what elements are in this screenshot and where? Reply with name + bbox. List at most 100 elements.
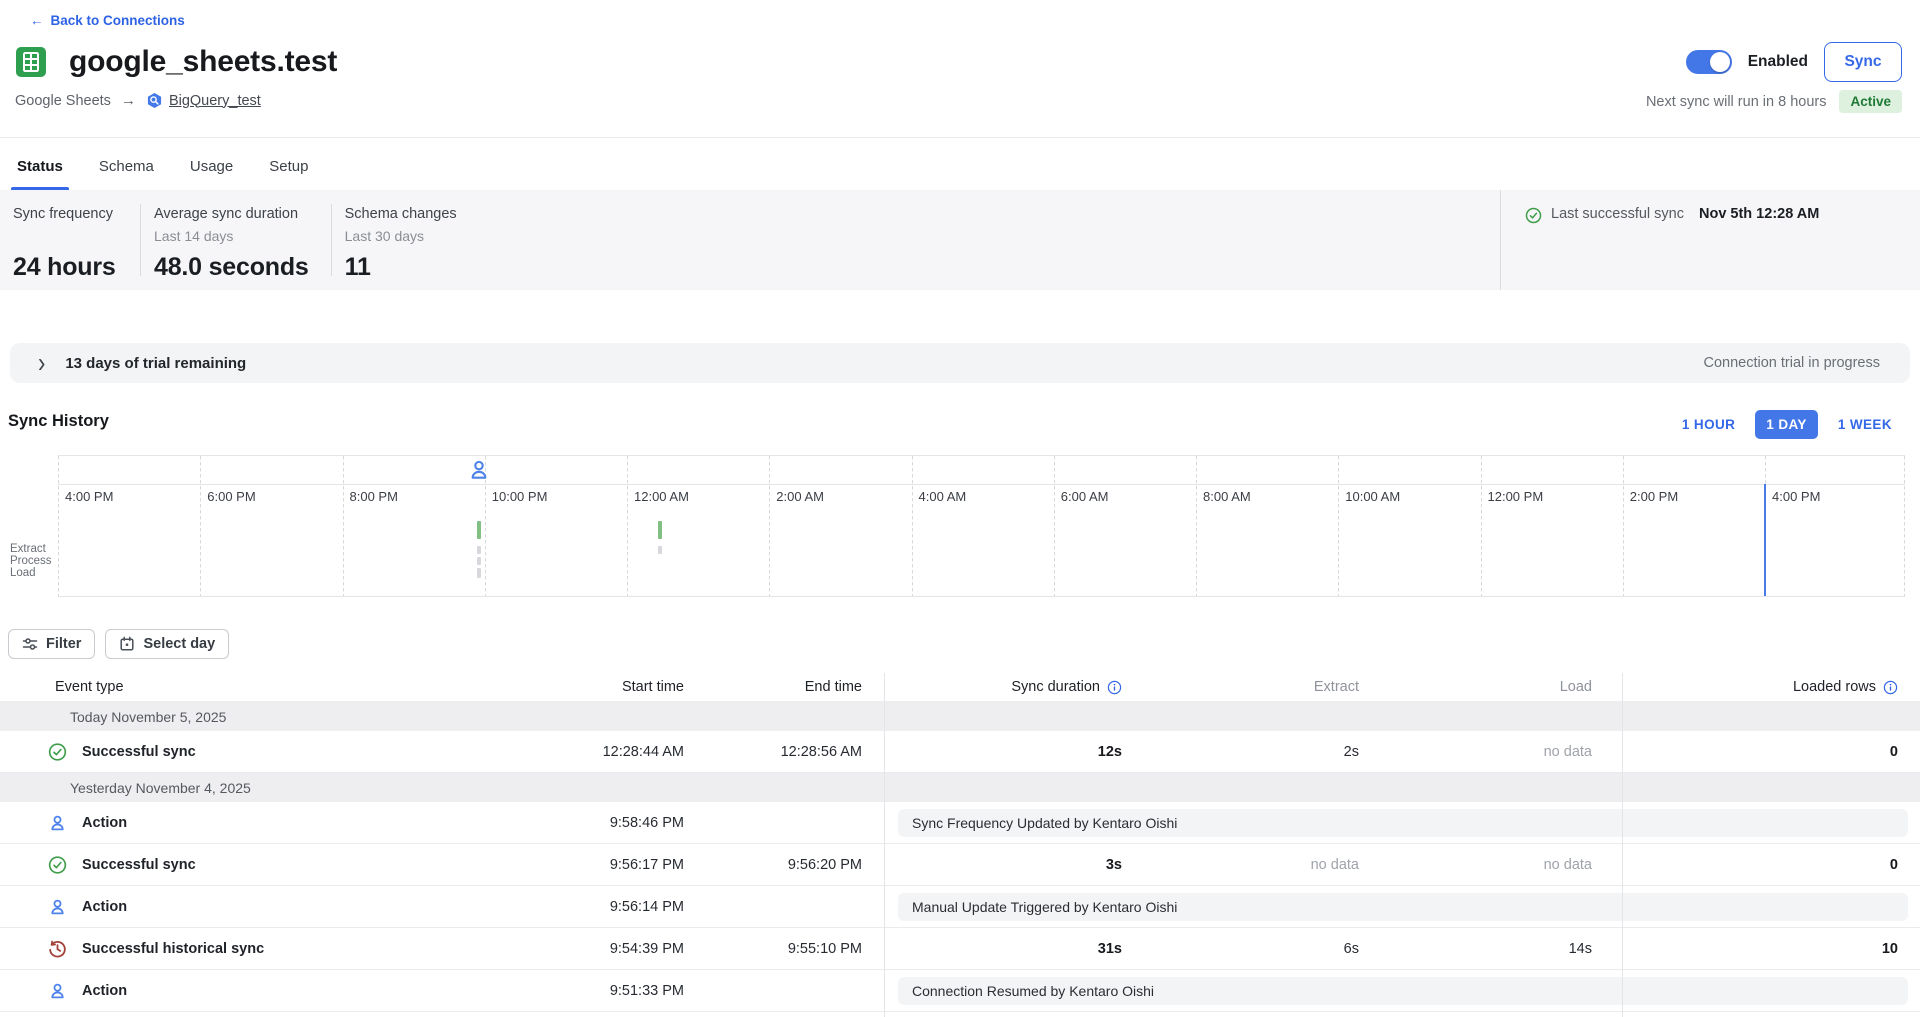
- cell-start-time: 9:58:46 PM: [610, 802, 684, 843]
- toggle-label: Enabled: [1748, 53, 1808, 71]
- chart-tick-label: 8:00 PM: [350, 489, 398, 504]
- column-header-extract: Extract: [1314, 673, 1359, 701]
- info-icon[interactable]: [1107, 680, 1122, 695]
- stat-sublabel: [13, 228, 118, 253]
- destination-link[interactable]: BigQuery_test: [146, 92, 261, 109]
- lane-label-process: Process: [10, 555, 52, 567]
- sync-lane-mark[interactable]: [658, 546, 662, 554]
- chart-gridline: [1054, 456, 1055, 596]
- cell-start-time: 9:54:39 PM: [610, 928, 684, 969]
- next-sync-text: Next sync will run in 8 hours: [1646, 94, 1827, 110]
- chart-tick-label: 10:00 PM: [492, 489, 548, 504]
- status-badge: Active: [1839, 90, 1902, 113]
- chart-tick-label: 2:00 PM: [1630, 489, 1678, 504]
- cell-load: 14s: [1569, 928, 1592, 969]
- event-type-label: Successful sync: [82, 844, 196, 885]
- cell-sync-duration: 3s: [1106, 844, 1122, 885]
- back-arrow-icon: ←: [30, 13, 44, 28]
- column-header-event-type: Event type: [55, 673, 124, 701]
- time-range-buttons: 1 HOUR 1 DAY 1 WEEK: [1671, 410, 1903, 439]
- table-row[interactable]: Successful sync12:28:44 AM12:28:56 AM12s…: [0, 731, 1920, 773]
- table-toolbar: Filter Select day: [8, 629, 229, 659]
- trial-status: Connection trial in progress: [1703, 355, 1880, 371]
- stat-average-sync-duration: Average sync durationLast 14 days48.0 se…: [141, 190, 331, 290]
- cell-start-time: 9:51:33 PM: [610, 970, 684, 1011]
- sync-event-mark[interactable]: [658, 521, 662, 539]
- cell-load: no data: [1544, 844, 1592, 885]
- chart-tick-label: 4:00 AM: [919, 489, 967, 504]
- stat-value: 11: [345, 253, 496, 282]
- chart-tick-label: 4:00 PM: [1772, 489, 1820, 504]
- column-header-start-time: Start time: [622, 673, 684, 701]
- table-row[interactable]: Action9:56:14 PMManual Update Triggered …: [0, 886, 1920, 928]
- select-day-button[interactable]: Select day: [105, 629, 229, 659]
- table-group-header: Today November 5, 2025: [0, 702, 1920, 731]
- table-row[interactable]: Action9:58:46 PMSync Frequency Updated b…: [0, 802, 1920, 844]
- person-marker-icon[interactable]: [468, 458, 490, 482]
- cell-end-time: 9:56:20 PM: [788, 844, 862, 885]
- table-row[interactable]: Successful sync9:56:17 PM9:56:20 PM3sno …: [0, 844, 1920, 886]
- cell-loaded-rows: 10: [1882, 928, 1898, 969]
- table-group-header: Yesterday November 4, 2025: [0, 773, 1920, 802]
- toggle-knob: [1710, 52, 1730, 72]
- chart-gridline: [627, 456, 628, 596]
- page-title: google_sheets.test: [69, 45, 337, 79]
- sync-lane-mark[interactable]: [477, 557, 481, 565]
- table-row[interactable]: Action9:51:33 PMConnection Resumed by Ke…: [0, 970, 1920, 1012]
- success-icon: [48, 742, 67, 761]
- success-icon: [48, 855, 67, 874]
- tab-setup[interactable]: Setup: [269, 148, 308, 191]
- tab-status[interactable]: Status: [17, 148, 63, 191]
- range-button-1-hour[interactable]: 1 HOUR: [1671, 410, 1746, 439]
- calendar-icon: [119, 636, 135, 652]
- range-button-1-day[interactable]: 1 DAY: [1755, 410, 1818, 439]
- stats-columns: Sync frequency24 hoursAverage sync durat…: [0, 190, 518, 290]
- chevron-right-icon[interactable]: ›: [38, 349, 45, 377]
- connection-status-page: ← Back to Connections google_sheets.test…: [0, 0, 1920, 1017]
- sync-lane-mark[interactable]: [477, 546, 481, 554]
- range-button-1-week[interactable]: 1 WEEK: [1827, 410, 1903, 439]
- sync-lane-mark[interactable]: [477, 568, 481, 578]
- chart-gridline: [912, 456, 913, 596]
- stat-sublabel: Last 30 days: [345, 228, 496, 253]
- action-note: Sync Frequency Updated by Kentaro Oishi: [898, 809, 1908, 837]
- chart-gridline: [769, 456, 770, 596]
- chart-tick-label: 2:00 AM: [776, 489, 824, 504]
- chart-gridline: [1623, 456, 1624, 596]
- current-time-line: [1764, 484, 1766, 596]
- back-to-connections-link[interactable]: ← Back to Connections: [30, 13, 185, 28]
- trial-title: 13 days of trial remaining: [65, 355, 246, 372]
- cell-sync-duration: 31s: [1098, 928, 1122, 969]
- chart-gridline: [343, 456, 344, 596]
- bigquery-icon: [146, 92, 163, 109]
- chart-gridline: [1481, 456, 1482, 596]
- enabled-toggle[interactable]: [1686, 50, 1732, 74]
- chart-tick-label: 6:00 AM: [1061, 489, 1109, 504]
- sync-event-mark[interactable]: [477, 521, 481, 539]
- chart-plot-area: 4:00 PM6:00 PM8:00 PM10:00 PM12:00 AM2:0…: [58, 455, 1905, 597]
- filter-button[interactable]: Filter: [8, 629, 95, 659]
- cell-extract: 6s: [1344, 928, 1359, 969]
- sync-button[interactable]: Sync: [1824, 42, 1902, 82]
- header-divider: [0, 137, 1920, 138]
- info-icon[interactable]: [1883, 680, 1898, 695]
- action-icon: [48, 813, 67, 832]
- tab-usage[interactable]: Usage: [190, 148, 233, 191]
- action-icon: [48, 897, 67, 916]
- column-header-end-time: End time: [805, 673, 862, 701]
- event-type-label: Action: [82, 886, 127, 927]
- chart-gridline: [58, 456, 59, 596]
- chart-tick-label: 10:00 AM: [1345, 489, 1400, 504]
- tab-schema[interactable]: Schema: [99, 148, 154, 191]
- stat-label: Schema changes: [345, 206, 496, 228]
- chart-tick-label: 8:00 AM: [1203, 489, 1251, 504]
- column-header-sync-duration: Sync duration: [1011, 673, 1122, 701]
- cell-load: no data: [1544, 731, 1592, 772]
- chart-gridline: [1338, 456, 1339, 596]
- table-row[interactable]: Successful historical sync9:54:39 PM9:55…: [0, 928, 1920, 970]
- trial-banner[interactable]: › 13 days of trial remaining Connection …: [10, 343, 1910, 383]
- cell-loaded-rows: 0: [1890, 731, 1898, 772]
- chart-tick-label: 12:00 PM: [1488, 489, 1544, 504]
- destination-name: BigQuery_test: [169, 93, 261, 109]
- header-sub-row: Next sync will run in 8 hours Active: [1646, 90, 1902, 113]
